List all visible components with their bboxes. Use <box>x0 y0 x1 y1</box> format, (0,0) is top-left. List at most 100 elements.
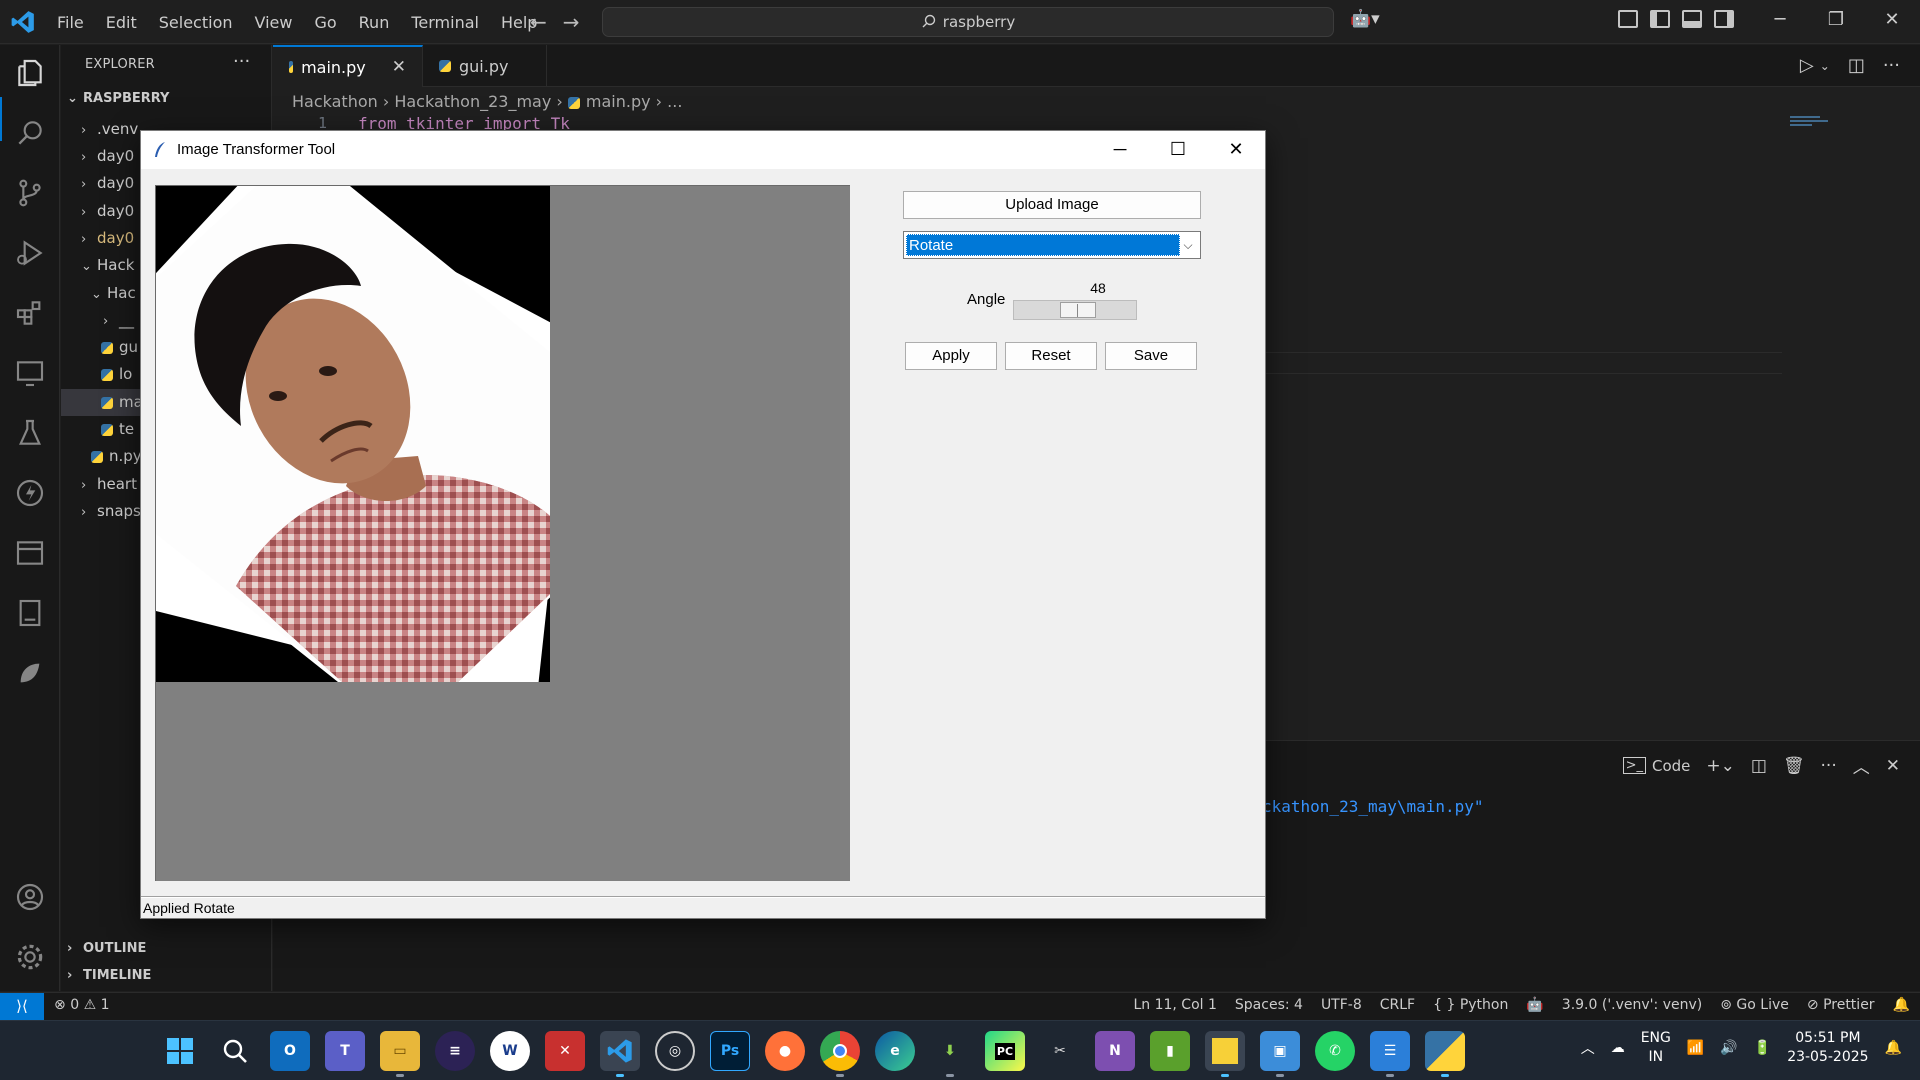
tree-item-venv[interactable]: › .venv <box>81 116 138 143</box>
more-actions-icon[interactable]: ··· <box>1821 756 1837 776</box>
toggle-panel-icon[interactable] <box>1682 10 1702 28</box>
snipping-tool-icon[interactable]: ✂ <box>1040 1031 1080 1071</box>
spreadsheet-app-icon[interactable]: ✕ <box>545 1031 585 1071</box>
notepad-icon[interactable]: ☰ <box>1370 1031 1410 1077</box>
timeline-section[interactable]: › TIMELINE <box>67 968 151 983</box>
obs-icon[interactable]: ◎ <box>655 1031 695 1071</box>
image-canvas[interactable] <box>155 185 850 881</box>
line-ending[interactable]: CRLF <box>1380 997 1415 1013</box>
installer-app-icon[interactable]: ⬇ <box>930 1031 970 1077</box>
chrome-icon[interactable] <box>820 1031 860 1077</box>
copilot-status-icon[interactable]: 🤖 <box>1526 997 1543 1013</box>
breadcrumb-item[interactable]: Hackathon <box>292 92 378 111</box>
teams-icon[interactable]: T <box>325 1031 365 1071</box>
remote-explorer-icon[interactable] <box>14 357 46 389</box>
onedrive-cloud-icon[interactable]: ☁ <box>1611 1040 1625 1056</box>
menu-file[interactable]: File <box>46 13 95 32</box>
app-w-icon[interactable]: W <box>490 1031 530 1071</box>
workspace-root[interactable]: ⌄ RASPBERRY <box>67 91 169 106</box>
toggle-primary-sidebar-icon[interactable] <box>1650 10 1670 28</box>
tree-item-hackathon[interactable]: ⌄ Hack <box>81 252 134 279</box>
trash-icon[interactable]: 🗑 <box>1783 756 1805 776</box>
notification-bell-icon[interactable]: 🔔 <box>1885 1040 1902 1056</box>
angle-slider[interactable] <box>1013 300 1137 320</box>
tree-item-day0-b[interactable]: › day0 <box>81 170 134 197</box>
source-control-icon[interactable] <box>14 177 46 209</box>
photoshop-icon[interactable]: Ps <box>710 1031 750 1071</box>
save-button[interactable]: Save <box>1105 342 1197 370</box>
toggle-secondary-sidebar-icon[interactable] <box>1714 10 1734 28</box>
cursor-position[interactable]: Ln 11, Col 1 <box>1133 997 1216 1013</box>
outlook-icon[interactable]: O <box>270 1031 310 1071</box>
angle-slider-thumb[interactable] <box>1060 302 1096 318</box>
battery-icon[interactable]: 🔋 <box>1754 1040 1771 1056</box>
database-icon[interactable] <box>14 537 46 569</box>
command-center-search[interactable]: raspberry <box>602 7 1334 37</box>
run-debug-icon[interactable] <box>14 237 46 269</box>
tree-item-day0-d[interactable]: › day0 <box>81 225 134 252</box>
search-icon[interactable] <box>14 117 46 149</box>
sticky-notes-icon[interactable] <box>1205 1031 1245 1077</box>
indentation[interactable]: Spaces: 4 <box>1235 997 1303 1013</box>
close-tab-icon[interactable]: ✕ <box>392 57 406 77</box>
encoding[interactable]: UTF-8 <box>1321 997 1362 1013</box>
eclipse-icon[interactable]: ≡ <box>435 1031 475 1071</box>
close-icon[interactable]: ✕ <box>1864 0 1920 44</box>
chevron-down-icon[interactable]: ⌄ <box>1820 55 1830 77</box>
restore-icon[interactable]: ❐ <box>1808 0 1864 44</box>
vscode-taskbar-icon[interactable] <box>600 1031 640 1077</box>
minimize-icon[interactable]: ─ <box>1752 0 1808 44</box>
settings-gear-icon[interactable] <box>14 941 46 973</box>
tree-item-hackathon-23-may[interactable]: ⌄ Hac <box>91 280 136 307</box>
tree-item-te[interactable]: te <box>101 416 134 443</box>
whatsapp-icon[interactable]: ✆ <box>1315 1031 1355 1071</box>
extensions-icon[interactable] <box>14 297 46 329</box>
remote-indicator-icon[interactable]: ⟩⟨ <box>0 993 44 1021</box>
chevron-down-icon[interactable]: ⌵ <box>1180 236 1196 254</box>
testing-flask-icon[interactable] <box>14 417 46 449</box>
tree-item-pycache[interactable]: › __ <box>103 307 134 334</box>
python-interpreter[interactable]: 3.9.0 ('.venv': venv) <box>1562 997 1702 1013</box>
terminal-name[interactable]: Code <box>1652 757 1690 775</box>
tree-item-day0-c[interactable]: › day0 <box>81 198 134 225</box>
maximize-panel-icon[interactable]: ︿ <box>1853 753 1870 778</box>
python-taskbar-icon[interactable] <box>1425 1031 1465 1077</box>
remote-desktop-icon[interactable]: ▣ <box>1260 1031 1300 1077</box>
forward-arrow-icon[interactable]: → <box>563 10 580 34</box>
accounts-icon[interactable] <box>14 881 46 913</box>
menu-selection[interactable]: Selection <box>148 13 244 32</box>
edge-icon[interactable]: e <box>875 1031 915 1071</box>
breadcrumb-item[interactable]: ... <box>667 92 682 111</box>
more-actions-icon[interactable]: ··· <box>233 51 250 72</box>
tree-item-heart[interactable]: › heart <box>81 471 137 498</box>
clock[interactable]: 05:51 PM 23-05-2025 <box>1787 1029 1868 1067</box>
apply-button[interactable]: Apply <box>905 342 997 370</box>
menu-edit[interactable]: Edit <box>95 13 148 32</box>
run-play-icon[interactable]: ▷ <box>1800 55 1814 77</box>
tree-item-log[interactable]: lo <box>101 361 132 388</box>
start-windows-icon[interactable] <box>160 1031 200 1071</box>
leaf-icon[interactable] <box>14 657 46 689</box>
language-mode[interactable]: { } Python <box>1433 997 1508 1013</box>
volume-icon[interactable]: 🔊 <box>1720 1040 1737 1056</box>
prettier-button[interactable]: ⊘ Prettier <box>1807 997 1875 1013</box>
breadcrumb-item[interactable]: main.py <box>586 92 651 111</box>
back-arrow-icon[interactable]: ← <box>530 10 547 34</box>
minimize-icon[interactable]: ─ <box>1091 131 1149 169</box>
operation-select[interactable]: Rotate ⌵ <box>903 231 1201 259</box>
wifi-icon[interactable]: 📶 <box>1687 1040 1704 1056</box>
upload-image-button[interactable]: Upload Image <box>903 191 1201 219</box>
close-icon[interactable]: ✕ <box>1207 131 1265 169</box>
pycharm-icon[interactable]: PC <box>985 1031 1025 1071</box>
tree-item-snaps[interactable]: › snaps <box>81 498 141 525</box>
tab-gui-py[interactable]: gui.py <box>423 45 547 87</box>
breadcrumb-item[interactable]: Hackathon_23_may <box>394 92 551 111</box>
menu-run[interactable]: Run <box>348 13 401 32</box>
tab-main-py[interactable]: main.py ✕ <box>273 45 423 87</box>
go-live-button[interactable]: ⊚ Go Live <box>1720 997 1789 1013</box>
customize-layout-icon[interactable] <box>1618 10 1638 28</box>
more-actions-icon[interactable]: ··· <box>1883 55 1900 77</box>
maximize-icon[interactable]: ☐ <box>1149 131 1207 169</box>
thunder-client-icon[interactable] <box>14 477 46 509</box>
copilot-icon[interactable]: 🤖▾ <box>1350 9 1380 29</box>
